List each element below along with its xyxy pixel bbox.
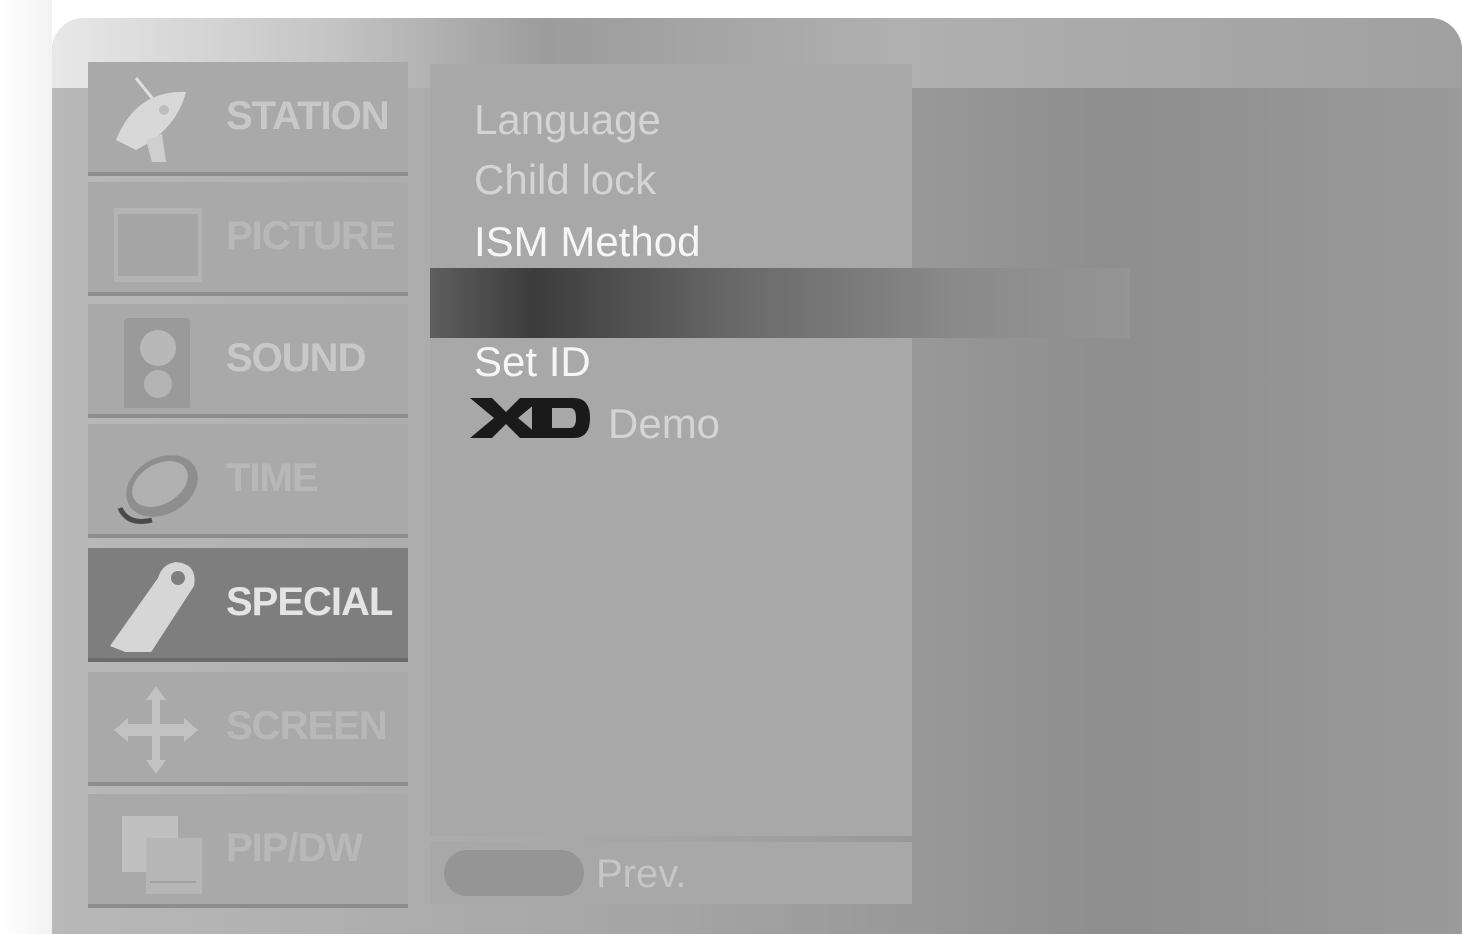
menu-item-child-lock[interactable]: Child lock — [474, 156, 656, 204]
sidebar-item-label: TIME — [226, 456, 319, 500]
satellite-dish-icon — [116, 77, 186, 162]
move-arrows-icon — [114, 686, 198, 774]
sidebar-item-pip[interactable]: PIP/DW — [88, 794, 408, 908]
sidebar-item-special[interactable]: SPECIAL — [88, 548, 408, 662]
sidebar-item-picture[interactable]: PICTURE — [88, 182, 408, 296]
menu-item-language[interactable]: Language — [474, 96, 661, 144]
xd-logo — [470, 398, 590, 438]
picture-icon — [114, 208, 202, 282]
sidebar-item-label: STATION — [226, 94, 390, 138]
speaker-icon — [124, 318, 190, 408]
prev-label: Prev. — [596, 852, 687, 896]
screen-border — [0, 0, 52, 934]
sidebar-item-screen[interactable]: SCREEN — [88, 672, 408, 786]
menu-item-demo[interactable]: Demo — [608, 400, 720, 448]
tag-icon — [110, 562, 195, 652]
sidebar-item-label: SOUND — [226, 336, 366, 380]
sidebar-item-label: SCREEN — [226, 704, 388, 748]
sidebar-item-label: PIP/DW — [226, 826, 363, 870]
menu-item-ism-method[interactable]: ISM Method — [474, 218, 700, 266]
selection-highlight-bar — [430, 268, 1130, 338]
sidebar-item-label: SPECIAL — [226, 580, 393, 624]
sidebar-item-label: PICTURE — [226, 214, 396, 258]
sidebar-item-sound[interactable]: SOUND — [88, 304, 408, 418]
menu-item-set-id[interactable]: Set ID — [474, 338, 591, 386]
prev-button-indicator[interactable] — [444, 850, 584, 896]
clock-icon — [117, 455, 198, 524]
pip-icon — [122, 816, 202, 894]
sidebar-item-time[interactable]: TIME — [88, 424, 408, 538]
sidebar-item-station[interactable]: STATION — [88, 62, 408, 176]
